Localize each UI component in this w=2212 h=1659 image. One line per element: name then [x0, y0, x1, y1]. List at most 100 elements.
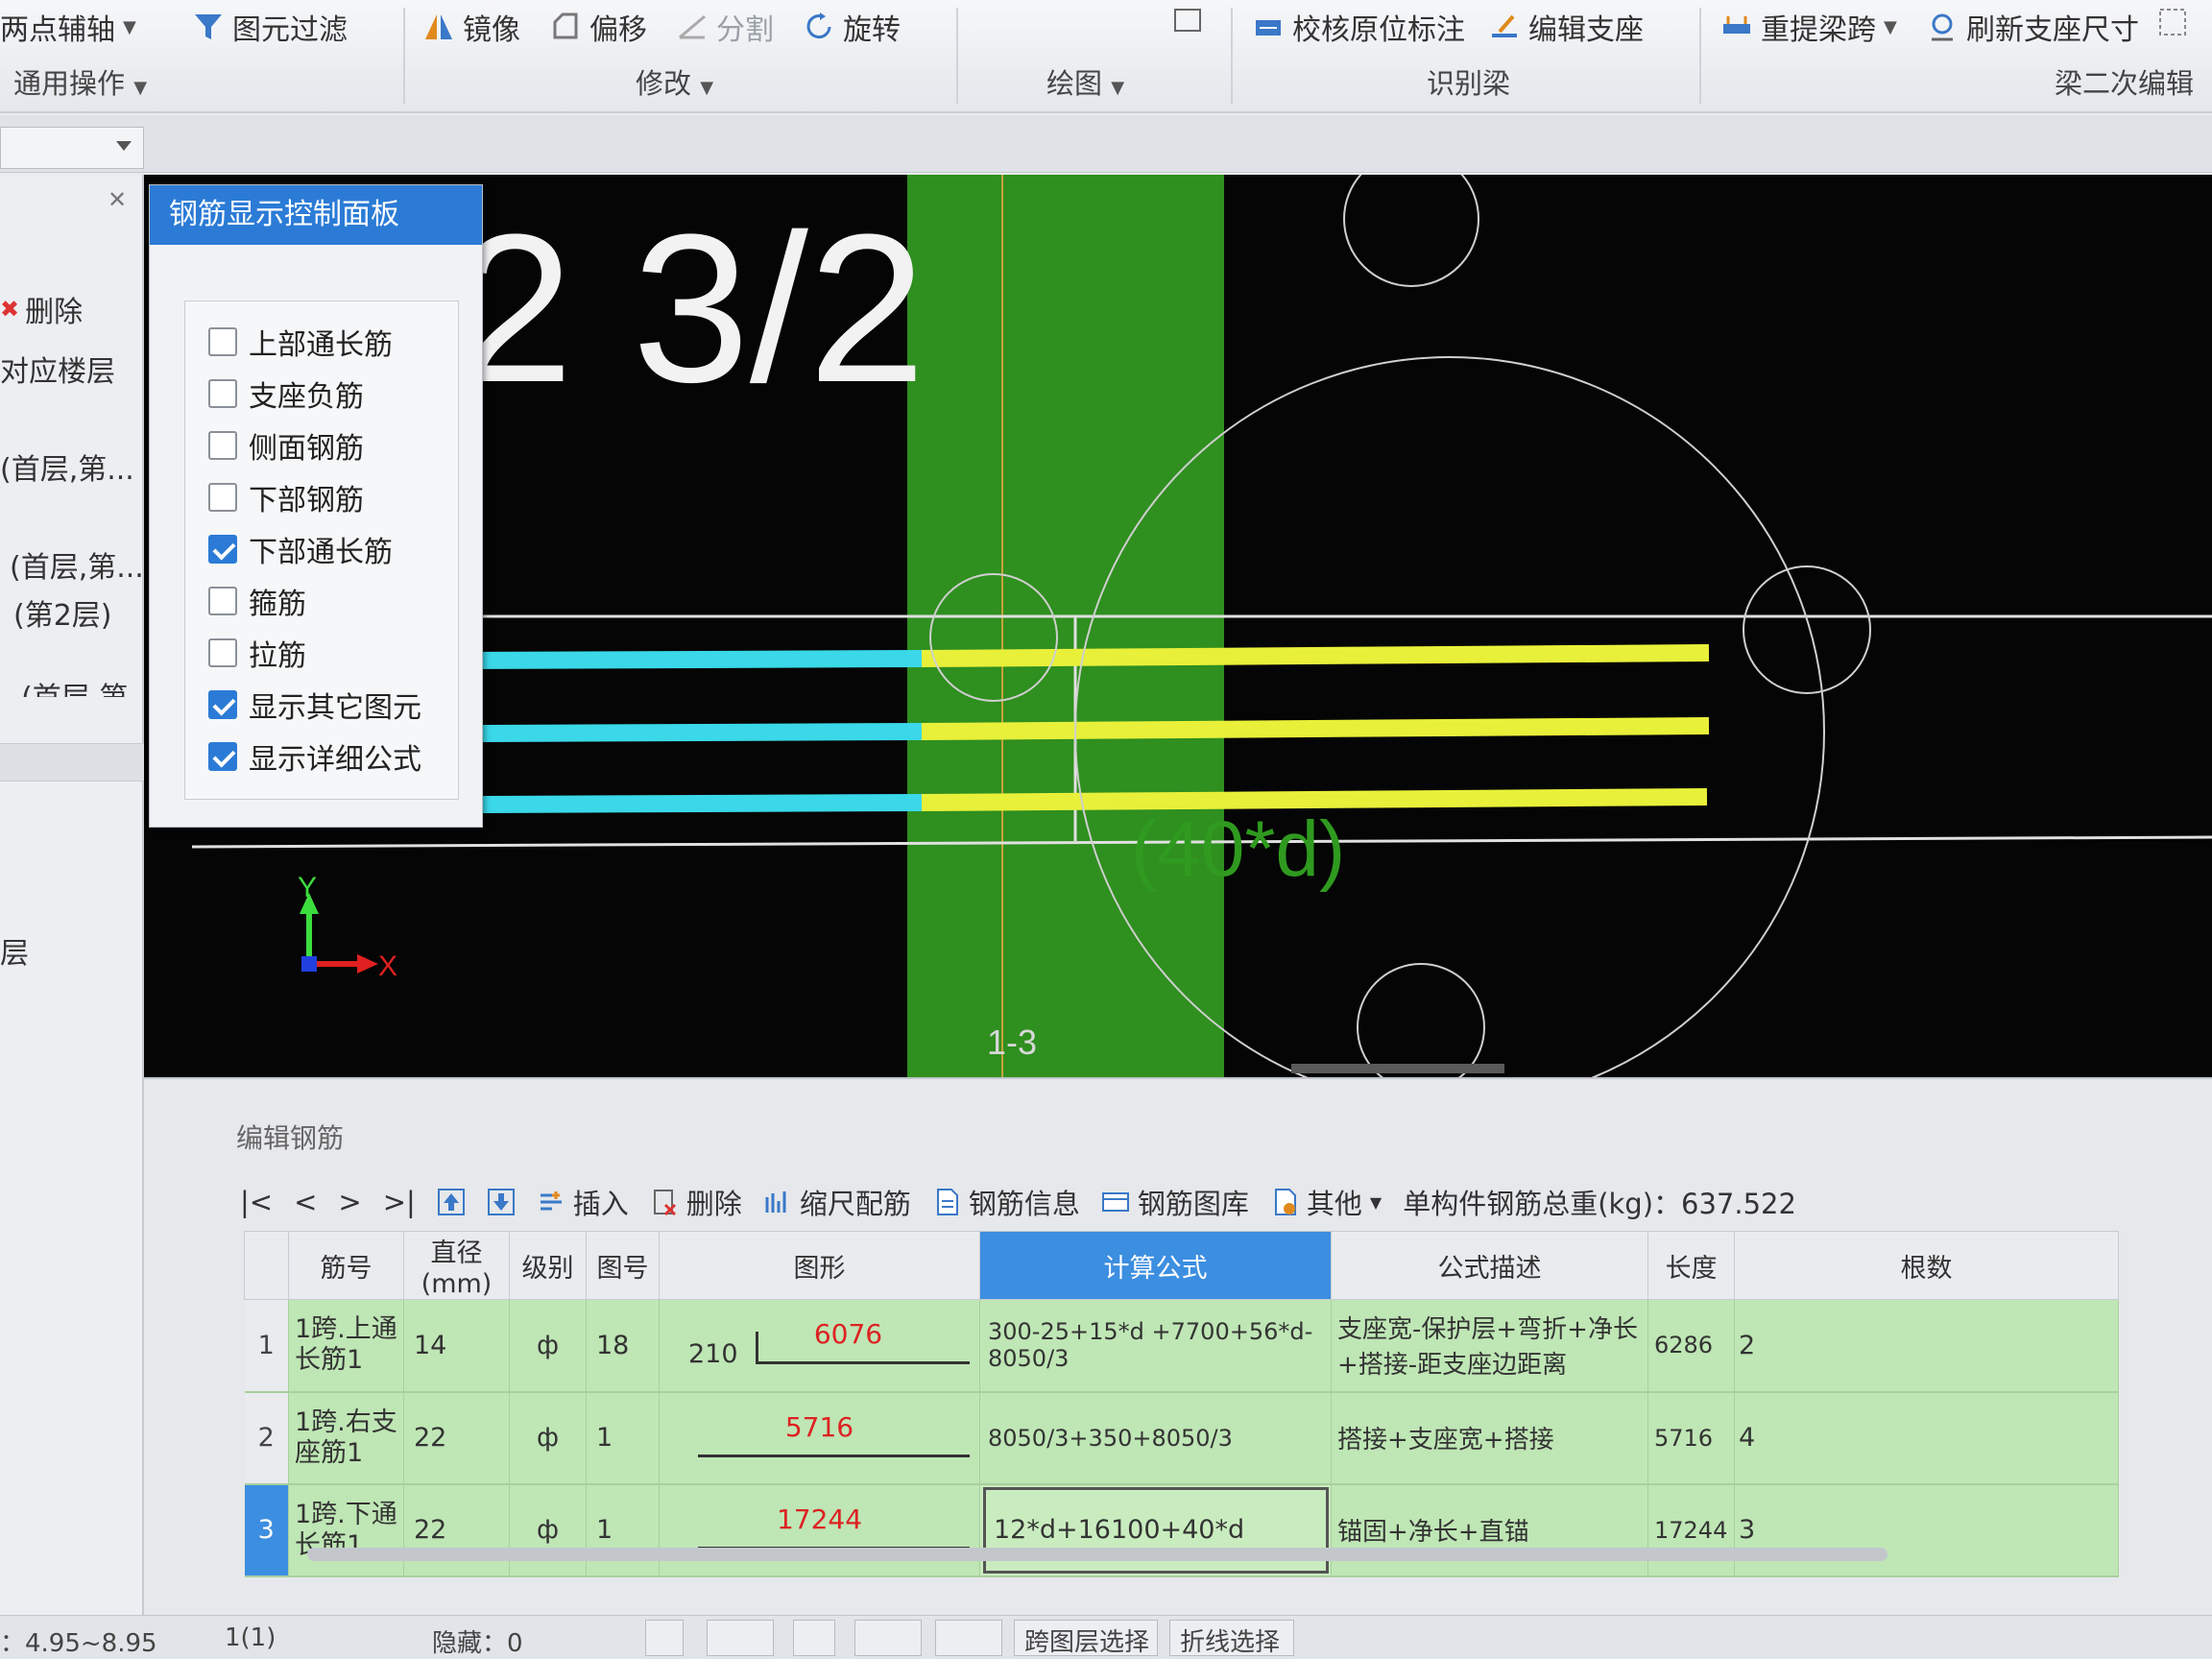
table-row[interactable]: 2 1跨.右支座筋1 22 ф 1 5716 8050/3+350+8050/3… [244, 1391, 2119, 1485]
checkbox[interactable] [208, 638, 237, 667]
prev-record-button[interactable]: < [294, 1186, 317, 1218]
draw-rect-button[interactable] [1171, 4, 1204, 36]
close-icon[interactable]: ✕ [108, 186, 127, 213]
delete-button[interactable]: ✖ 删除 [0, 288, 83, 330]
option-show-other-elements[interactable]: 显示其它图元 [208, 684, 421, 726]
row-index[interactable]: 2 [244, 1391, 289, 1485]
delete-row-button[interactable]: 删除 [650, 1182, 742, 1222]
rebar-library-button[interactable]: 钢筋图库 [1101, 1182, 1249, 1222]
panel-title[interactable]: 钢筋显示控制面板 [150, 185, 482, 245]
option-tie-bar[interactable]: 拉筋 [208, 632, 306, 674]
option-bottom-through-rebar[interactable]: 下部通长筋 [208, 528, 393, 570]
first-record-button[interactable]: |< [240, 1186, 273, 1218]
cell-diameter[interactable]: 14 [403, 1299, 510, 1393]
grip-circle-top[interactable] [1343, 175, 1479, 287]
cell-count[interactable]: 3 [1734, 1483, 2119, 1577]
other-button[interactable]: 其他 ▼ [1270, 1182, 1382, 1222]
canvas-scrollbar[interactable] [1291, 1064, 1504, 1073]
beam-edit-group[interactable]: 梁二次编辑 [2055, 61, 2194, 102]
column-header-length[interactable]: 长度 [1647, 1231, 1735, 1300]
insert-button[interactable]: 插入 [537, 1182, 629, 1222]
cell-count[interactable]: 2 [1734, 1299, 2119, 1393]
two-point-axis-button[interactable]: 两点辅轴 ▼ [0, 6, 136, 48]
repick-span-button[interactable]: 重提梁跨 ▼ [1720, 6, 1897, 48]
cross-floor-select-button[interactable]: 跨图层选择 [1014, 1620, 1158, 1657]
cell-description[interactable]: 搭接+支座宽+搭接 [1331, 1391, 1648, 1485]
option-bottom-rebar[interactable]: 下部钢筋 [208, 476, 364, 518]
rotate-button[interactable]: 旋转 [803, 6, 901, 48]
checkbox-checked[interactable] [208, 535, 237, 564]
snap-toggle-button[interactable] [707, 1620, 774, 1656]
general-ops-group[interactable]: 通用操作 ▼ [13, 61, 147, 102]
move-up-button[interactable] [437, 1188, 466, 1216]
cell-formula[interactable]: 300-25+15*d +7700+56*d-8050/3 [979, 1299, 1332, 1393]
cell-formula-editing[interactable]: 12*d+16100+40*d [979, 1483, 1332, 1577]
cell-formula[interactable]: 8050/3+350+8050/3 [979, 1391, 1332, 1485]
cross-toggle-button[interactable] [793, 1620, 835, 1656]
list-item[interactable]: (首层,第... [0, 445, 134, 488]
floor-dropdown[interactable] [0, 127, 144, 169]
column-header-formula[interactable]: 计算公式 [979, 1231, 1332, 1300]
cell-shape[interactable]: 5716 [659, 1391, 980, 1485]
checkbox[interactable] [208, 431, 237, 460]
cell-diameter[interactable]: 22 [403, 1391, 510, 1485]
draw-group[interactable]: 绘图 ▼ [1046, 61, 1124, 102]
last-record-button[interactable]: >| [383, 1186, 416, 1218]
column-header-count[interactable]: 根数 [1734, 1231, 2119, 1300]
option-show-detail-formula[interactable]: 显示详细公式 [208, 735, 421, 778]
list-item[interactable]: (首层,第 [21, 674, 128, 697]
checkbox[interactable] [208, 587, 237, 615]
refresh-support-button[interactable]: 刷新支座尺寸 [1926, 6, 2139, 48]
cell-figure-no[interactable]: 1 [586, 1391, 660, 1485]
list-item[interactable]: (第2层) [13, 591, 112, 634]
cell-shape[interactable]: 210 6076 [659, 1299, 980, 1393]
cell-length[interactable]: 17244 [1647, 1483, 1735, 1577]
element-filter-button[interactable]: 图元过滤 [192, 6, 348, 48]
column-header-diameter[interactable]: 直径(mm) [403, 1231, 510, 1300]
checkbox[interactable] [208, 379, 237, 408]
scale-rebar-button[interactable]: 缩尺配筋 [763, 1182, 911, 1222]
floor-map-item[interactable]: 对应楼层 [0, 348, 115, 390]
offset-button[interactable]: 偏移 [549, 6, 647, 48]
grip-circle-bottom[interactable] [1357, 963, 1485, 1077]
cell-figure-no[interactable]: 18 [586, 1299, 660, 1393]
option-top-through-rebar[interactable]: 上部通长筋 [208, 321, 393, 363]
cell-grade[interactable]: ф [509, 1299, 587, 1393]
checkbox-checked[interactable] [208, 690, 237, 719]
list-item[interactable]: (首层,第... [10, 543, 144, 586]
cell-grade[interactable]: ф [509, 1391, 587, 1485]
cell-diameter[interactable]: 22 [403, 1483, 510, 1577]
move-down-button[interactable] [487, 1188, 516, 1216]
cell-bar-name[interactable]: 1跨.下通长筋1 [288, 1483, 404, 1577]
table-row-selected[interactable]: 3 1跨.下通长筋1 22 ф 1 17244 12*d+16100+40*d … [244, 1483, 2119, 1577]
column-header-figure-no[interactable]: 图号 [586, 1231, 660, 1300]
check-label-button[interactable]: 校核原位标注 [1252, 6, 1465, 48]
split-button[interactable]: 分割 [676, 6, 774, 48]
cell-shape[interactable]: 17244 [659, 1483, 980, 1577]
next-record-button[interactable]: > [338, 1186, 361, 1218]
ortho-toggle-button[interactable] [645, 1620, 684, 1656]
cell-bar-name[interactable]: 1跨.上通长筋1 [288, 1299, 404, 1393]
cell-length[interactable]: 6286 [1647, 1299, 1735, 1393]
checkbox[interactable] [208, 327, 237, 356]
column-header-bar-no[interactable]: 筋号 [288, 1231, 404, 1300]
list-item[interactable]: 层 [0, 929, 29, 972]
column-header-description[interactable]: 公式描述 [1331, 1231, 1648, 1300]
column-header-shape[interactable]: 图形 [659, 1231, 980, 1300]
table-row[interactable]: 1 1跨.上通长筋1 14 ф 18 210 6076 300-25+15*d … [244, 1299, 2119, 1393]
cell-grade[interactable]: ф [509, 1483, 587, 1577]
grip-circle-right[interactable] [1743, 565, 1871, 694]
cell-description[interactable]: 锚固+净长+直锚 [1331, 1483, 1648, 1577]
mirror-button[interactable]: 镜像 [422, 6, 520, 48]
checkbox-checked[interactable] [208, 742, 237, 771]
option-stirrup[interactable]: 箍筋 [208, 580, 306, 622]
row-index[interactable]: 3 [244, 1483, 289, 1577]
cell-description[interactable]: 支座宽-保护层+弯折+净长+搭接-距支座边距离 [1331, 1299, 1648, 1393]
cell-length[interactable]: 5716 [1647, 1391, 1735, 1485]
horizontal-scrollbar[interactable] [307, 1548, 1887, 1561]
angle-toggle-button[interactable] [854, 1620, 922, 1656]
polyline-select-button[interactable]: 折线选择 [1169, 1620, 1294, 1657]
checkbox[interactable] [208, 483, 237, 512]
rebar-info-button[interactable]: 钢筋信息 [932, 1182, 1080, 1222]
dimension-toggle-button[interactable] [935, 1620, 1002, 1656]
